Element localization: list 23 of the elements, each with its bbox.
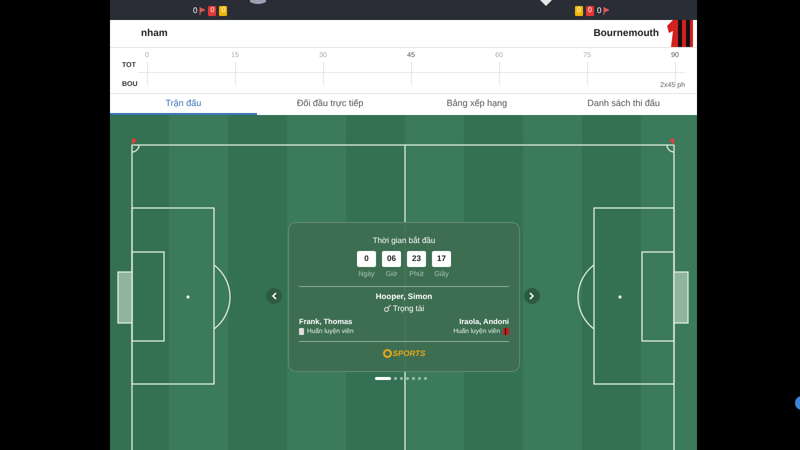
corner-count: 0: [193, 5, 198, 17]
referee-name: Hooper, Simon: [376, 290, 432, 302]
chevron-right-icon: [529, 292, 535, 300]
striped-jersey-icon: [503, 328, 509, 336]
corner-flag-icon: [199, 7, 206, 15]
countdown-title: Thời gian bắt đầu: [372, 235, 436, 247]
corner-count: 0: [597, 5, 602, 17]
sports-logo-icon: [382, 349, 392, 358]
countdown-value: 17: [432, 251, 451, 267]
corner-flag-icon: [603, 7, 610, 15]
countdown-value: 06: [382, 251, 401, 267]
countdown-value: 0: [357, 251, 376, 267]
whistle-icon: [384, 305, 391, 312]
home-team-name: nham: [141, 27, 168, 41]
brand-logo-text: SPORTS: [392, 348, 426, 360]
referee-role: Trọng tài: [392, 302, 424, 314]
match-tab[interactable]: Danh sách thi đấu: [550, 94, 697, 115]
jersey-icon: [299, 328, 304, 336]
match-tab[interactable]: Bảng xếp hạng: [404, 94, 550, 115]
away-team-name: Bournemouth: [593, 27, 659, 41]
chevron-left-icon: [271, 292, 277, 300]
match-tab[interactable]: Đối đầu trực tiếp: [256, 94, 404, 115]
countdown-value: 23: [407, 251, 426, 267]
